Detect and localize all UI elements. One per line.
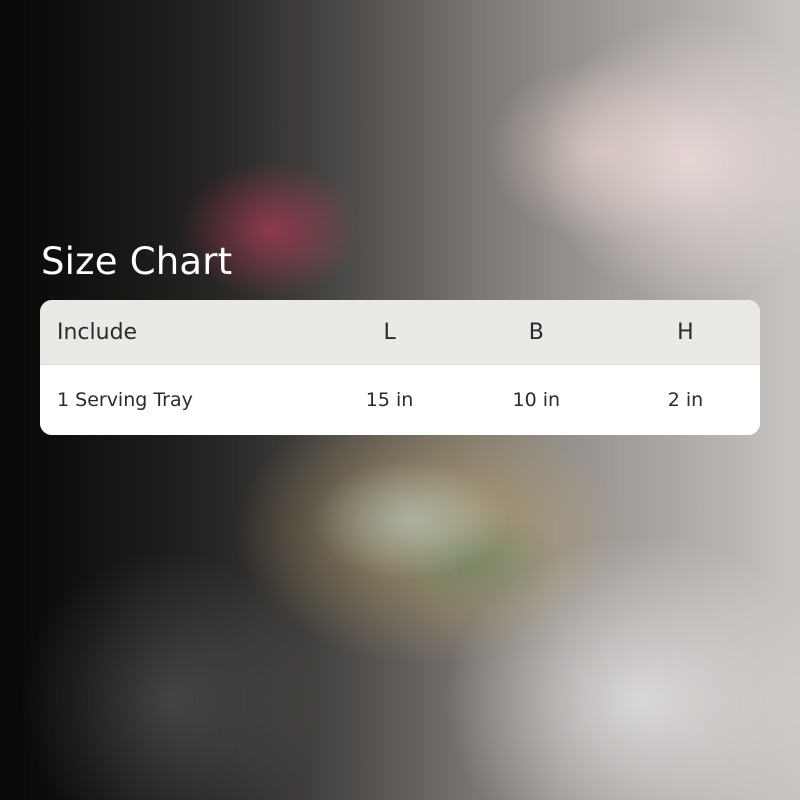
header-include: Include <box>57 319 138 345</box>
cell-length: 15 in <box>365 389 414 411</box>
cell-breadth: 10 in <box>512 389 561 411</box>
table-row: 1 Serving Tray 15 in 10 in 2 in <box>40 365 760 435</box>
cell-item: 1 Serving Tray <box>57 389 193 411</box>
header-length: L <box>383 319 396 345</box>
header-breadth: B <box>528 319 544 345</box>
cell-height: 2 in <box>667 389 704 411</box>
header-height: H <box>677 319 694 345</box>
table-header-row: Include L B H <box>40 300 760 365</box>
size-chart-table: Include L B H 1 Serving Tray 15 in 10 in… <box>40 300 760 435</box>
page-title: Size Chart <box>41 240 233 283</box>
